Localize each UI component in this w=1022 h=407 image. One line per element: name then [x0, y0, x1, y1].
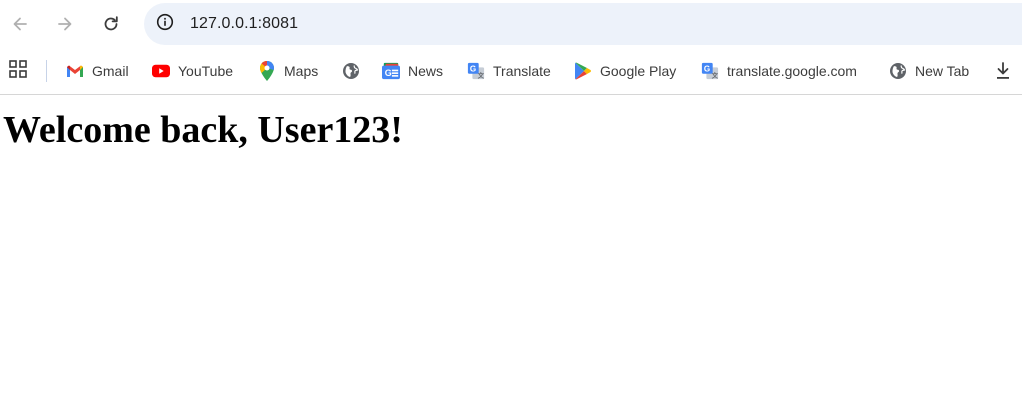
address-bar[interactable]: 127.0.0.1:8081 — [144, 3, 1022, 45]
bookmark-label: Gmail — [92, 63, 129, 79]
bookmark-download[interactable] — [994, 58, 1012, 84]
bookmark-gmail[interactable]: Gmail — [66, 58, 129, 84]
apps-button[interactable] — [4, 57, 32, 85]
news-icon: G — [382, 62, 400, 80]
bookmark-translate[interactable]: G 文 Translate — [467, 58, 551, 84]
youtube-icon — [152, 62, 170, 80]
svg-text:文: 文 — [712, 70, 719, 79]
bookmarks-separator — [46, 60, 47, 82]
apps-grid-icon — [9, 59, 27, 83]
arrow-left-icon — [10, 14, 30, 34]
reload-button[interactable] — [93, 6, 129, 42]
globe-icon — [889, 62, 907, 80]
bookmark-label: YouTube — [178, 63, 234, 79]
bookmark-label: Translate — [493, 63, 551, 79]
google-play-icon — [574, 62, 592, 80]
browser-toolbar: 127.0.0.1:8081 — [0, 0, 1022, 48]
bookmark-google-play[interactable]: Google Play — [574, 58, 676, 84]
site-info-button[interactable] — [149, 8, 181, 40]
svg-text:文: 文 — [478, 70, 485, 79]
svg-text:G: G — [470, 65, 476, 74]
bookmark-youtube[interactable]: YouTube — [152, 58, 233, 84]
translate-icon: G 文 — [701, 62, 719, 80]
bookmark-news[interactable]: G News — [382, 58, 443, 84]
bookmark-translate-google-com[interactable]: G 文 translate.google.com — [701, 58, 857, 84]
arrow-right-icon — [55, 14, 75, 34]
bookmark-maps[interactable]: Maps — [258, 58, 318, 84]
bookmark-label: News — [408, 63, 444, 79]
info-icon — [156, 13, 174, 36]
download-icon — [994, 62, 1012, 80]
back-button[interactable] — [2, 6, 38, 42]
globe-icon — [342, 62, 360, 80]
page-content: Welcome back, User123! — [0, 95, 1022, 407]
reload-icon — [101, 14, 121, 34]
bookmark-label: Google Play — [600, 63, 677, 79]
gmail-icon — [66, 62, 84, 80]
bookmark-label: translate.google.com — [727, 63, 857, 79]
forward-button[interactable] — [47, 6, 83, 42]
bookmark-globe[interactable] — [342, 58, 360, 84]
translate-icon: G 文 — [467, 62, 485, 80]
maps-icon — [258, 61, 276, 81]
url-text[interactable]: 127.0.0.1:8081 — [190, 3, 298, 45]
page-heading: Welcome back, User123! — [3, 109, 403, 151]
svg-text:G: G — [704, 65, 710, 74]
bookmark-label: Maps — [284, 63, 319, 79]
svg-text:G: G — [385, 68, 392, 78]
bookmarks-bar: Gmail YouTube Maps G News G 文 Translate … — [0, 48, 1022, 95]
bookmark-label: New Tab — [915, 63, 970, 79]
bookmark-new-tab[interactable]: New Tab — [889, 58, 969, 84]
